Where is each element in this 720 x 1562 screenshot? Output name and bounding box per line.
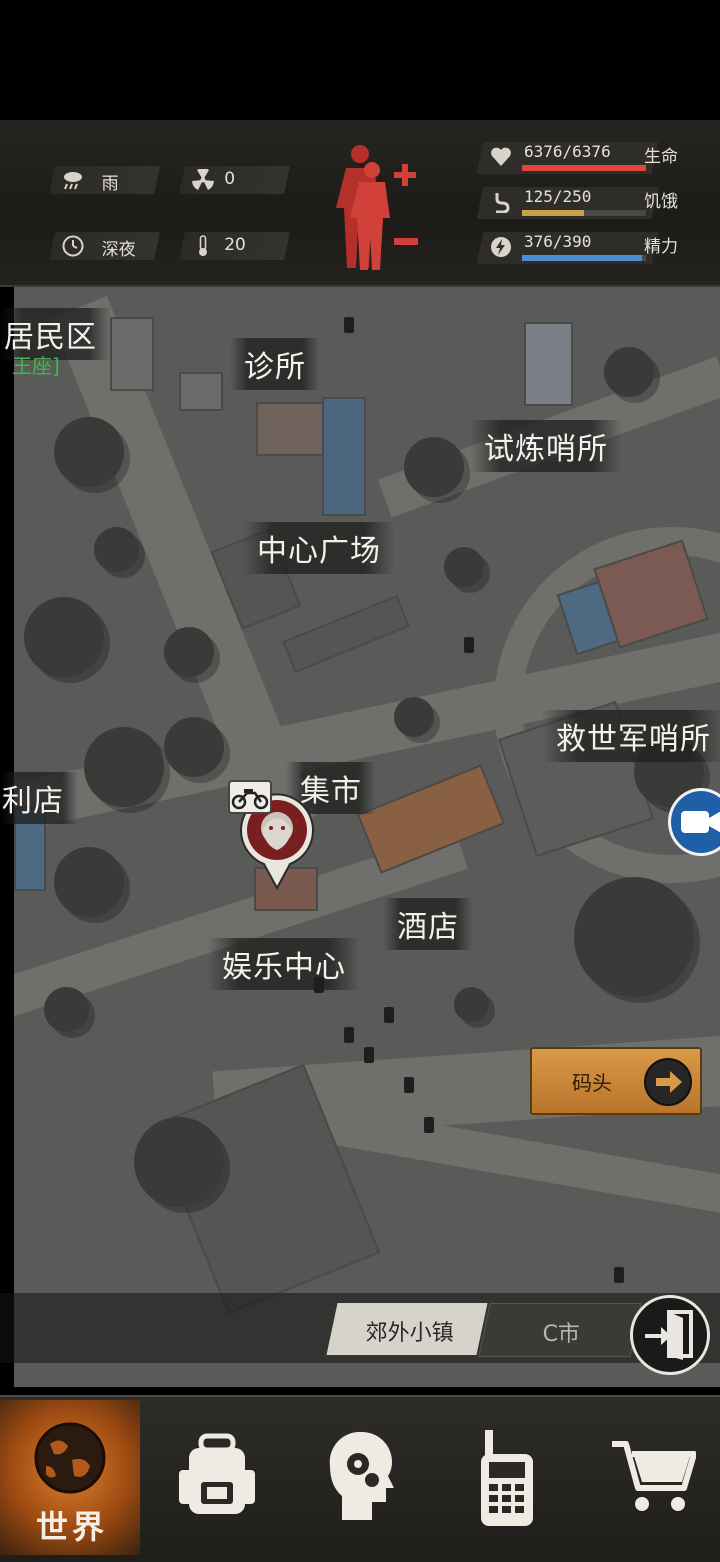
dock-button-label: 码头 [572, 1071, 612, 1095]
map-location-central-square[interactable]: 中心广场 [243, 522, 395, 574]
region-tab-c-city[interactable]: C市 [478, 1303, 642, 1357]
hunger-value: 125/250 [524, 187, 592, 206]
heart-icon [491, 147, 511, 166]
stamina-label: 精力 [644, 237, 678, 257]
nav-inventory[interactable] [145, 1400, 285, 1555]
nav-shop[interactable] [580, 1400, 720, 1555]
map-location-clinic[interactable]: 诊所 [230, 338, 320, 390]
radio-icon [481, 1430, 533, 1526]
health-label: 生命 [644, 147, 678, 167]
map-location-trial-outpost[interactable]: 试炼哨所 [470, 420, 622, 472]
temperature-chip: 20 [179, 232, 290, 260]
hunger-bar-fill [522, 210, 584, 216]
skills-head-icon [329, 1431, 394, 1520]
radiation-icon [192, 169, 214, 190]
motorcycle-icon [228, 780, 272, 814]
map-location-salvation-outpost[interactable]: 救世军哨所 [542, 710, 720, 762]
plus-icon [394, 164, 416, 186]
dock-travel-button[interactable]: 码头 [530, 1047, 702, 1115]
body-status-figure[interactable] [332, 140, 432, 275]
weather-value: 雨 [101, 174, 119, 194]
world-globe-icon [34, 1422, 106, 1494]
map-location-entertainment-center[interactable]: 娱乐中心 [208, 938, 360, 990]
region-tab-suburb-town[interactable]: 郊外小镇 [326, 1303, 488, 1355]
health-value: 6376/6376 [524, 142, 611, 161]
map-location-hotel[interactable]: 酒店 [383, 898, 473, 950]
stamina-value: 376/390 [524, 232, 592, 251]
clock-icon [62, 235, 84, 257]
time-chip: 深夜 [49, 232, 160, 260]
backpack-icon [179, 1433, 255, 1514]
radiation-value: 0 [224, 169, 236, 189]
hunger-label: 饥饿 [644, 192, 678, 212]
thermometer-icon [199, 235, 207, 256]
health-bar-fill [522, 165, 646, 171]
health-stat: 6376/6376 生命 [476, 140, 700, 176]
rain-cloud-icon [64, 172, 82, 190]
time-of-day-value: 深夜 [101, 240, 136, 260]
weather-chip: 雨 [49, 166, 160, 194]
stomach-icon [495, 193, 510, 213]
radiation-chip: 0 [179, 166, 290, 194]
exit-door-icon[interactable] [630, 1295, 710, 1375]
stamina-bar-fill [522, 255, 642, 261]
lightning-icon [491, 237, 511, 257]
region-tab-label: 郊外小镇 [365, 1321, 454, 1346]
residential-tag: 王座] [12, 354, 60, 378]
top-inset [0, 0, 720, 120]
nav-skills[interactable] [290, 1400, 430, 1555]
arrow-right-icon [644, 1058, 692, 1106]
region-tab-label: C市 [542, 1322, 580, 1347]
nav-world-label: 世界 [36, 1508, 109, 1546]
map-location-convenience-store[interactable]: 利店 [0, 772, 78, 824]
shopping-cart-icon [612, 1441, 696, 1511]
stamina-stat: 376/390 精力 [476, 230, 700, 266]
nav-radio[interactable] [435, 1400, 575, 1555]
temperature-value: 20 [224, 235, 246, 255]
minus-icon [394, 238, 418, 245]
hunger-stat: 125/250 饥饿 [476, 185, 700, 221]
